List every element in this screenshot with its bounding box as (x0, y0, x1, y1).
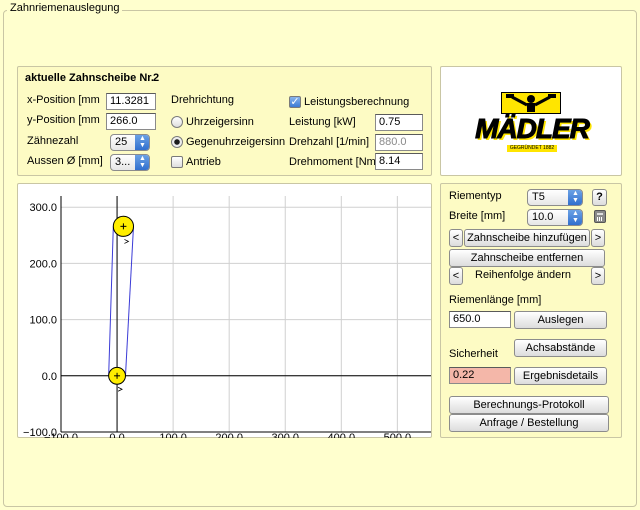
y-tick-label: 200.0 (29, 258, 57, 270)
y-tick-label: 0.0 (42, 371, 57, 383)
order-next-button[interactable]: > (591, 267, 605, 285)
speed-field: 880.0 (375, 134, 423, 151)
logo-figure-icon (501, 92, 561, 114)
figure-glyph-icon (506, 94, 556, 112)
belt-length-label: Riemenlänge [mm] (449, 294, 542, 306)
drive-checkbox[interactable] (171, 156, 183, 168)
select-arrows-icon: ▲ ▼ (135, 135, 149, 150)
teeth-value: 25 (115, 136, 128, 148)
logo-subtext: GEGRÜNDET 1882 (507, 145, 557, 152)
torque-field[interactable]: 8.14 (375, 153, 423, 170)
pulley-panel-title: aktuelle Zahnscheibe Nr. (25, 72, 154, 84)
belt-length-field[interactable]: 650.0 (449, 311, 511, 328)
remove-pulley-button[interactable]: Zahnscheibe entfernen (449, 249, 605, 267)
layout-chart[interactable]: −100.0 0.0 100.0 200.0 300.0 400.0 500.0 300.0 2… (17, 183, 432, 438)
x-tick-label: 0.0 (109, 432, 124, 438)
x-tick-label: 300.0 (271, 432, 299, 438)
direction-label: Drehrichtung (171, 94, 234, 106)
counterclockwise-radio[interactable] (171, 136, 183, 148)
calculator-icon[interactable] (594, 210, 606, 223)
width-label: Breite [mm] (449, 210, 506, 222)
x-tick-label: 500.0 (384, 432, 412, 438)
x-tick-label: 100.0 (159, 432, 187, 438)
add-pulley-next-button[interactable]: > (591, 229, 605, 247)
order-request-button[interactable]: Anfrage / Bestellung (449, 414, 609, 432)
belt-type-select[interactable]: T5 ▲ ▼ (527, 189, 583, 206)
speed-label: Drehzahl [1/min] (289, 136, 370, 148)
x-tick-label: 400.0 (328, 432, 356, 438)
width-value: 10.0 (532, 211, 554, 223)
power-label: Leistung [kW] (289, 116, 356, 128)
add-pulley-button[interactable]: Zahnscheibe hinzufügen (464, 229, 590, 247)
y-tick-label: −100.0 (23, 427, 57, 438)
torque-label: Drehmoment [Nm (289, 156, 376, 168)
outer-diameter-label: Aussen Ø [mm] (27, 155, 103, 167)
add-pulley-prev-button[interactable]: < (449, 229, 463, 247)
select-arrows-icon: ▲ ▼ (135, 155, 149, 170)
teeth-select[interactable]: 25 ▲ ▼ (110, 134, 150, 151)
outer-diameter-select[interactable]: 3... ▲ ▼ (110, 154, 150, 171)
logo-wordmark: MÄDLER (475, 113, 591, 145)
safety-label: Sicherheit (449, 348, 498, 360)
order-label: Reihenfolge ändern (475, 269, 572, 281)
counterclockwise-label: Gegenuhrzeigersinn (186, 136, 286, 148)
select-arrows-icon: ▲ ▼ (568, 210, 582, 225)
results-button[interactable]: Ergebnisdetails (514, 367, 607, 385)
drive-label: Antrieb (186, 156, 221, 168)
outer-diameter-value: 3... (115, 156, 131, 168)
y-position-label: y-Position [mm (27, 114, 100, 126)
y-tick-label: 300.0 (29, 202, 57, 214)
select-arrows-icon: ▲ ▼ (568, 190, 582, 205)
y-position-field[interactable]: 266.0 (106, 113, 156, 130)
power-calc-checkbox[interactable]: ✓ (289, 96, 301, 108)
y-tick-label: 100.0 (29, 315, 57, 327)
help-button[interactable]: ? (592, 189, 607, 206)
x-position-label: x-Position [mm (27, 94, 100, 106)
x-tick-label: 200.0 (215, 432, 243, 438)
design-button[interactable]: Auslegen (514, 311, 607, 329)
clockwise-radio[interactable] (171, 116, 183, 128)
belt-type-value: T5 (532, 191, 545, 203)
pulley-number: 2 (153, 72, 160, 84)
safety-field: 0.22 (449, 367, 511, 384)
belt-type-label: Riementyp (449, 190, 502, 202)
power-calc-label: Leistungsberechnung (304, 96, 410, 108)
distances-button[interactable]: Achsabstände (514, 339, 607, 357)
window-title: Zahnriemenauslegung (7, 2, 123, 14)
order-prev-button[interactable]: < (449, 267, 463, 285)
clockwise-label: Uhrzeigersinn (186, 116, 254, 128)
x-position-field[interactable]: 11.3281 (106, 93, 156, 110)
protocol-button[interactable]: Berechnungs-Protokoll (449, 396, 609, 414)
width-select[interactable]: 10.0 ▲ ▼ (527, 209, 583, 226)
power-field[interactable]: 0.75 (375, 114, 423, 131)
teeth-label: Zähnezahl (27, 135, 79, 147)
